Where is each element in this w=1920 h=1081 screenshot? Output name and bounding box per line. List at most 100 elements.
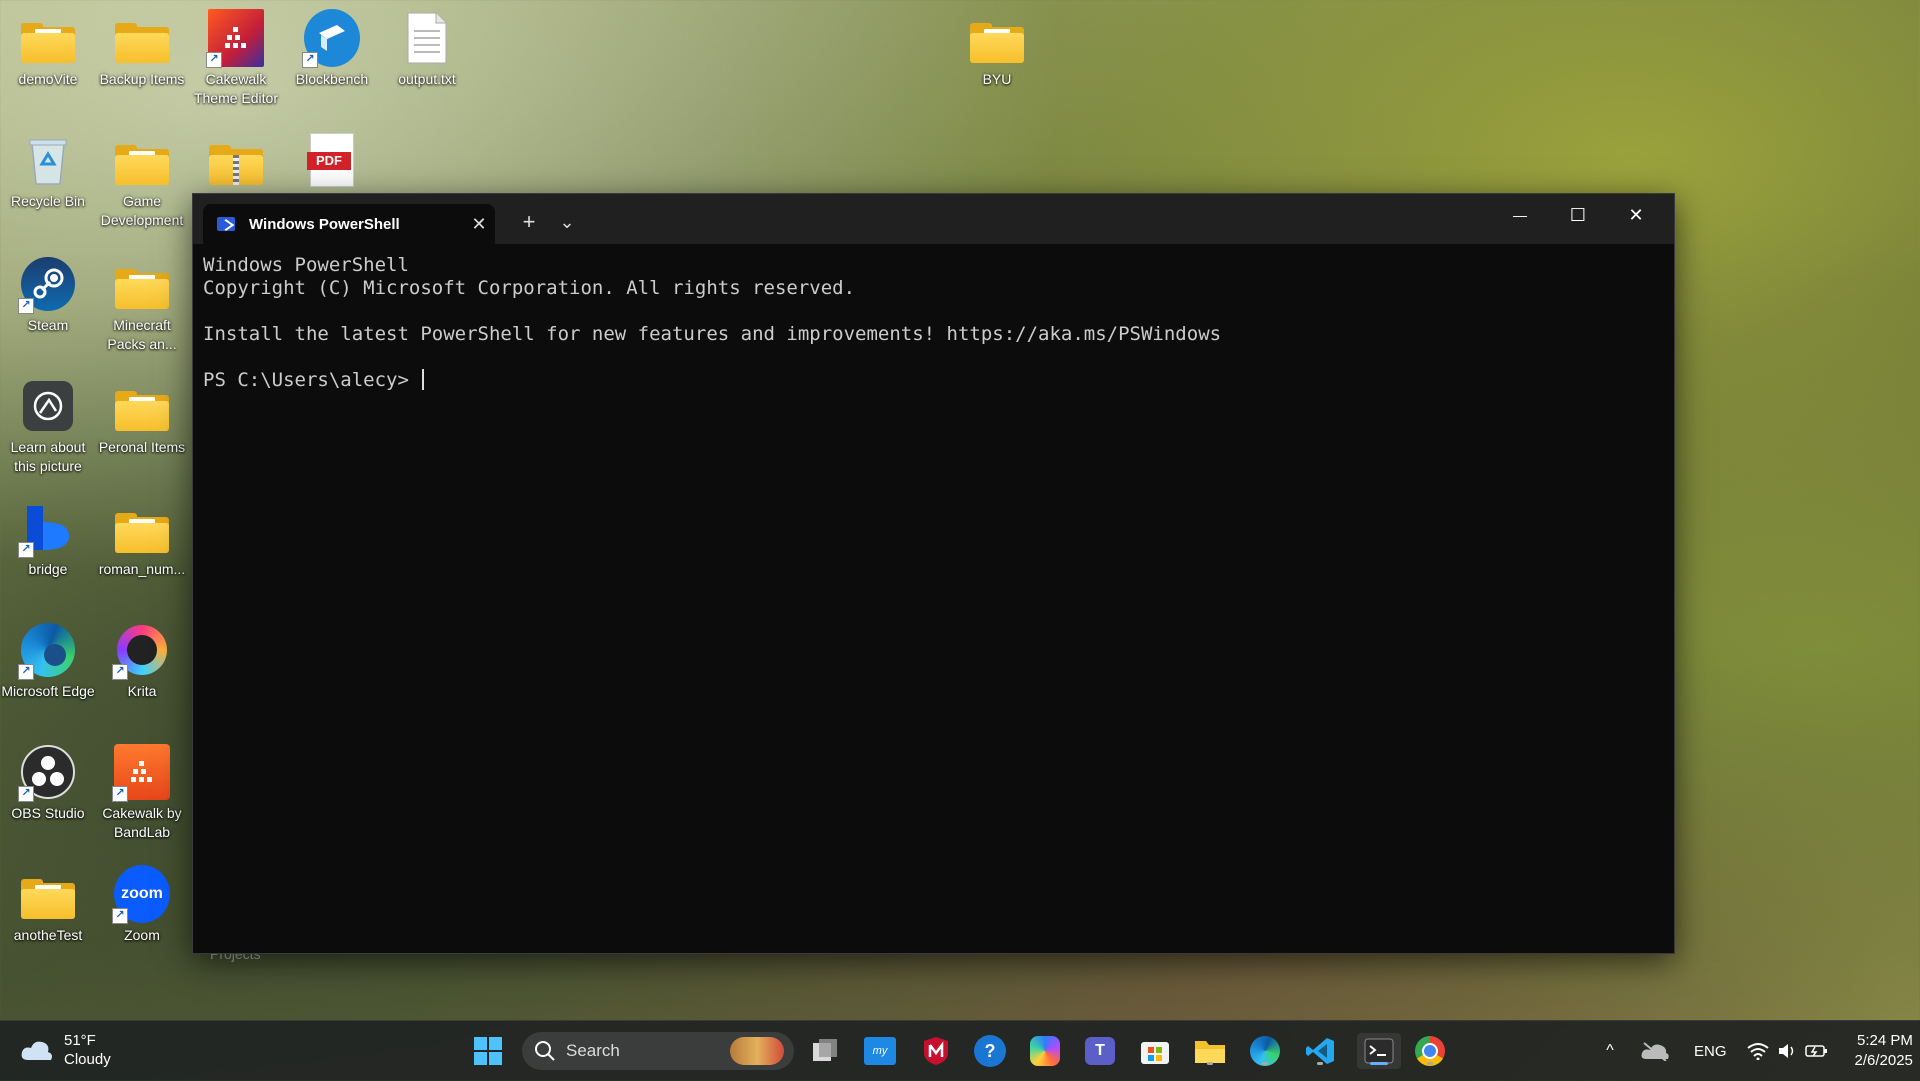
desktop-icon-zoom[interactable]: zoom ↗ Zoom [94,860,190,945]
zoom-icon: zoom ↗ [112,865,170,924]
tab-dropdown-button[interactable]: ⌄ [549,204,585,240]
console-line: Windows PowerShell [203,254,409,276]
search-highlight-icon [730,1037,784,1065]
shortcut-arrow-icon: ↗ [18,786,34,802]
weather-widget[interactable]: 51°F Cloudy [20,1031,111,1069]
taskbar-teams[interactable]: T [1082,1033,1118,1069]
desktop-icon-steam[interactable]: ↗ Steam [0,250,96,335]
desktop-icon-demovite[interactable]: demoVite [0,4,96,89]
shortcut-arrow-icon: ↗ [18,298,34,314]
mcafee-shield-icon [924,1037,948,1065]
desktop-icon-output-txt[interactable]: output.txt [379,4,475,89]
desktop-icon-recycle-bin[interactable]: Recycle Bin [0,126,96,211]
taskbar: 51°F Cloudy Search my ? T ^ ENG 5:24 PM … [0,1020,1920,1081]
desktop-icon-label: Cakewalk Theme Editor [193,71,279,106]
prompt-line[interactable]: PS C:\Users\alecy> [203,369,1664,392]
taskbar-hp-support[interactable]: ? [972,1033,1008,1069]
minimize-button[interactable]: — [1491,194,1549,236]
folder-icon [114,378,170,434]
taskbar-chrome[interactable] [1412,1033,1448,1069]
terminal-window[interactable]: Windows PowerShell ✕ + ⌄ — ☐ ✕ Windows P… [192,193,1675,954]
shortcut-arrow-icon: ↗ [112,908,128,924]
desktop-icon-byu[interactable]: BYU [949,4,1045,89]
desktop-icon-label: Krita [127,683,157,699]
bridge-icon: ↗ [18,500,76,558]
wifi-icon[interactable] [1746,1042,1769,1060]
taskbar-edge[interactable] [1247,1033,1283,1069]
taskbar-copilot[interactable] [1027,1033,1063,1069]
maximize-button[interactable]: ☐ [1549,194,1607,236]
desktop-icon-backup-items[interactable]: Backup Items [94,4,190,89]
desktop-icon-game-development[interactable]: Game Development [94,126,190,230]
task-view-button[interactable] [808,1033,844,1069]
running-indicator [1427,1062,1433,1065]
recycle-bin-icon [20,132,76,188]
desktop-icon-cakewalk-bandlab[interactable]: ↗ Cakewalk by BandLab [94,738,190,842]
desktop-icon-obs-studio[interactable]: ↗ OBS Studio [0,738,96,823]
close-button[interactable]: ✕ [1607,194,1665,236]
desktop-icon-cakewalk-theme-editor[interactable]: ↗ Cakewalk Theme Editor [188,4,284,108]
text-cursor [422,369,425,390]
taskbar-terminal[interactable] [1357,1033,1401,1069]
desktop-icon-label: output.txt [398,71,456,87]
volume-icon[interactable] [1777,1042,1797,1060]
shortcut-arrow-icon: ↗ [112,664,128,680]
tab-close-button[interactable]: ✕ [463,214,495,235]
folder-icon [969,10,1025,66]
desktop-icon-blockbench[interactable]: ↗ Blockbench [284,4,380,89]
file-explorer-icon [1195,1041,1225,1063]
system-tray: ^ ENG 5:24 PM 2/6/2025 [1596,1021,1913,1081]
desktop-icon-label: Zoom [124,927,160,943]
running-indicator [1317,1062,1323,1065]
desktop-icon-pdf[interactable]: PDF [284,126,380,192]
desktop-icon-anothetest[interactable]: anotheTest [0,860,96,945]
desktop-icon-label: bridge [28,561,68,577]
taskbar-store[interactable] [1137,1033,1173,1069]
console-line: Install the latest PowerShell for new fe… [203,323,1222,345]
start-button[interactable] [470,1033,506,1069]
terminal-titlebar[interactable]: Windows PowerShell ✕ + ⌄ — ☐ ✕ [193,194,1674,244]
teams-icon: T [1085,1037,1115,1065]
desktop-icon-label: Steam [27,317,69,333]
desktop-icon-label: Game Development [100,193,184,228]
show-hidden-icons-chevron[interactable]: ^ [1596,1042,1624,1060]
desktop-icon-zip-folder[interactable] [188,126,284,192]
text-file-icon [399,10,455,66]
taskbar-file-explorer[interactable] [1192,1033,1228,1069]
desktop-icon-label: Cakewalk by BandLab [102,805,182,840]
taskbar-mcafee[interactable] [918,1033,954,1069]
zip-folder-icon [208,132,264,188]
desktop-icon-label: demoVite [18,71,78,87]
cakewalk-icon: ↗ [112,744,170,802]
desktop-icon-roman-num[interactable]: roman_num... [94,494,190,579]
folder-icon [114,132,170,188]
desktop-icon-label: Blockbench [295,71,369,87]
folder-icon [20,10,76,66]
taskbar-myhp[interactable]: my [862,1033,898,1069]
desktop-icon-microsoft-edge[interactable]: ↗ Microsoft Edge [0,616,96,701]
tab-title: Windows PowerShell [249,215,400,233]
desktop-icon-bridge[interactable]: ↗ bridge [0,494,96,579]
taskbar-search-box[interactable]: Search [522,1032,794,1070]
task-view-icon [813,1039,837,1061]
tab-windows-powershell[interactable]: Windows PowerShell ✕ [203,204,495,244]
desktop-icon-krita[interactable]: ↗ Krita [94,616,190,701]
battery-icon[interactable] [1804,1042,1829,1060]
console-output[interactable]: Windows PowerShell Copyright (C) Microsof… [193,244,1674,402]
shortcut-arrow-icon: ↗ [302,52,318,68]
desktop-icon-label: OBS Studio [11,805,85,821]
desktop-icon-peronal-items[interactable]: Peronal Items [94,372,190,457]
desktop-icon-minecraft-packs[interactable]: Minecraft Packs an... [94,250,190,354]
desktop-icon-label: roman_num... [98,561,186,577]
taskbar-vscode[interactable] [1302,1033,1338,1069]
new-tab-button[interactable]: + [511,204,547,240]
clock[interactable]: 5:24 PM 2/6/2025 [1855,1031,1913,1071]
windows-logo-icon [474,1037,502,1065]
shortcut-arrow-icon: ↗ [206,52,222,68]
desktop-icon-label: Recycle Bin [11,193,85,209]
desktop-icon-learn-about-picture[interactable]: Learn about this picture [0,372,96,476]
language-indicator[interactable]: ENG [1694,1043,1727,1060]
copilot-icon [1030,1036,1060,1066]
onedrive-icon[interactable] [1640,1041,1670,1061]
